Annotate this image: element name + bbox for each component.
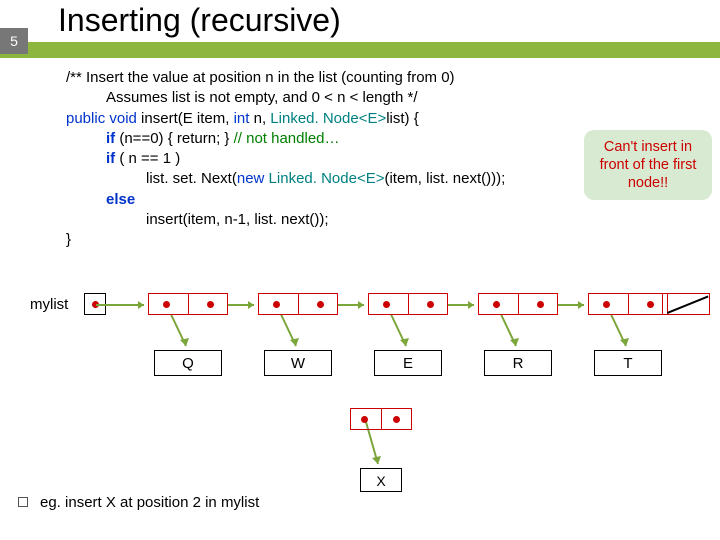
kw-public-void: public void <box>66 110 137 127</box>
line-setnext: list. set. Next(new Linked. Node<E>(item… <box>146 169 505 189</box>
node-1 <box>148 293 228 315</box>
bullet-square-icon <box>18 497 28 507</box>
type-linkednode-2: Linked. Node<E> <box>269 170 385 187</box>
code-block: /** Insert the value at position n in th… <box>66 68 505 250</box>
line-else: else <box>106 190 505 210</box>
arrows-svg <box>0 290 720 490</box>
value-box-5: T <box>594 350 662 376</box>
value-box-1: Q <box>154 350 222 376</box>
line-close: } <box>66 230 505 250</box>
node-5 <box>588 293 668 315</box>
sig-part-3: list) { <box>386 110 419 127</box>
insert-node <box>350 408 412 430</box>
comment-inline: // not handled… <box>234 130 340 147</box>
if-1-cond: ( n == 1 ) <box>119 150 180 167</box>
insert-value-box: X <box>360 468 402 492</box>
callout-annotation: Can't insert in front of the first node!… <box>584 130 712 200</box>
value-box-3: E <box>374 350 442 376</box>
example-caption: eg. insert X at position 2 in mylist <box>40 494 259 511</box>
kw-new: new <box>237 170 269 187</box>
slide-title: Inserting (recursive) <box>58 2 341 39</box>
kw-int: int <box>234 110 250 127</box>
sig-part-1: (E item, <box>178 110 234 127</box>
line-if-1: if ( n == 1 ) <box>106 149 505 169</box>
kw-if-1: if <box>106 130 119 147</box>
sig-part-2: n, <box>249 110 270 127</box>
line-recurse: insert(item, n-1, list. next()); <box>146 210 505 230</box>
method-sig: public void insert(E item, int n, Linked… <box>66 109 505 129</box>
node-3 <box>368 293 448 315</box>
type-linkednode-1: Linked. Node<E> <box>270 110 386 127</box>
node-4 <box>478 293 558 315</box>
value-box-4: R <box>484 350 552 376</box>
comment-line-2: Assumes list is not empty, and 0 < n < l… <box>106 88 505 108</box>
setnext-part-2: (item, list. next())); <box>384 170 505 187</box>
kw-else: else <box>106 191 135 208</box>
value-box-2: W <box>264 350 332 376</box>
method-name: insert <box>137 110 178 127</box>
node-2 <box>258 293 338 315</box>
page-number: 5 <box>0 28 28 54</box>
kw-if-2: if <box>106 150 119 167</box>
line-if-0: if (n==0) { return; } // not handled… <box>106 129 505 149</box>
linked-list-diagram: mylist Q W E R T X <box>0 290 720 420</box>
accent-bar <box>0 42 720 58</box>
if-0-body: (n==0) { return; } <box>119 130 233 147</box>
comment-line-1: /** Insert the value at position n in th… <box>66 68 505 88</box>
null-terminator <box>662 293 710 315</box>
setnext-part-1: list. set. Next( <box>146 170 237 187</box>
